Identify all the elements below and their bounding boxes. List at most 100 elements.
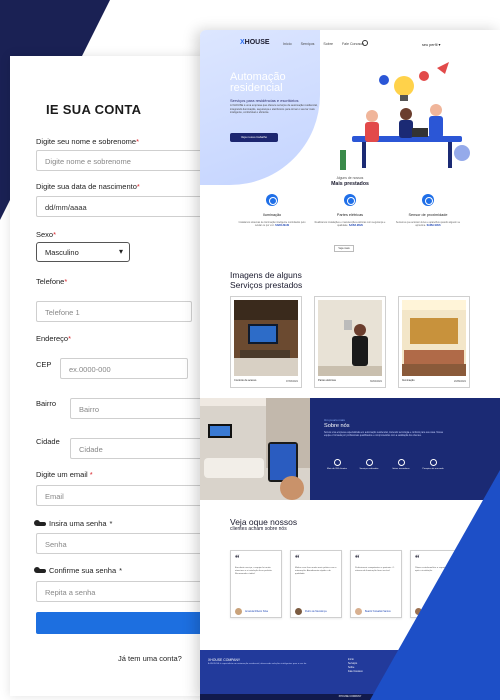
quote-icon: “ [355, 553, 360, 563]
service-card: Partes elétricas Realizamos instalações … [310, 194, 390, 228]
service-text: Sensores que acionam luzes e aparelhos q… [395, 221, 461, 228]
avatar [355, 608, 362, 615]
cep-input[interactable]: ex.0000-000 [60, 358, 188, 379]
email-input[interactable]: Email [36, 485, 216, 506]
rocket-shape [437, 62, 449, 74]
sex-label: Sexo* [36, 230, 57, 239]
hero-text: A XHOUSE é uma empresa que oferece servi… [230, 104, 318, 115]
background-blue-shape [370, 470, 500, 700]
password-label: Insira uma senha * [34, 519, 112, 528]
testimonials-title: Veja oque nossos [230, 517, 298, 527]
nav-link-contato[interactable]: Fale Conosco [342, 42, 364, 46]
sex-select[interactable]: Masculino ▾ [36, 242, 130, 262]
testimonial-text: Excelente serviço, a equipe foi muito at… [235, 567, 273, 576]
services-more-button[interactable]: Veja mais [334, 245, 354, 252]
project-image [234, 300, 298, 376]
project-caption: Iluminação [402, 379, 415, 382]
about-stat: Mais de 200 clientes [324, 459, 350, 471]
about-photo [200, 398, 310, 500]
testimonial-card: “ Minha casa ficou muito mais prática co… [290, 550, 342, 618]
testimonial-text: Minha casa ficou muito mais prática com … [295, 567, 337, 576]
confirm-password-input[interactable]: Repita a senha [36, 581, 216, 602]
footer-brand: XHOUSE COMPANY [208, 658, 241, 662]
project-image [402, 300, 466, 376]
hero-button[interactable]: Veja nosso trabalho [230, 133, 278, 142]
avatar [235, 608, 242, 615]
nav-links: Início Serviços Sobre Fale Conosco [283, 42, 364, 46]
project-date: 30/04/2021 [370, 380, 382, 383]
plug-icon [344, 194, 356, 206]
avatar [295, 608, 302, 615]
project-date: 20/09/2021 [454, 380, 466, 383]
nav-link-servicos[interactable]: Serviços [301, 42, 315, 46]
footer-text: A XHOUSE é especialista em automação res… [208, 663, 307, 665]
about-kicker: Um pouco mais [324, 418, 345, 422]
bairro-input[interactable]: Bairro [70, 398, 210, 419]
testimonial-name: Amanda Ribeiro Silva [245, 610, 268, 613]
footer-links: Início Serviços Sobre Fale Conosco [348, 658, 363, 674]
lightbulb-icon [397, 459, 405, 466]
nav-link-sobre[interactable]: Sobre [323, 42, 333, 46]
quote-icon: “ [235, 553, 240, 563]
address-label: Endereço* [36, 334, 72, 343]
service-title: Partes elétricas [336, 213, 364, 217]
chart-icon [429, 459, 437, 466]
project-card[interactable]: Iluminação 20/09/2021 [398, 296, 470, 388]
search-icon[interactable] [362, 40, 368, 46]
site-logo[interactable]: XHOUSE [240, 39, 270, 46]
bairro-label: Bairro [36, 399, 57, 408]
chevron-down-icon: ▾ [118, 247, 123, 256]
lightbulb-icon [266, 194, 278, 206]
quote-icon: “ [295, 553, 300, 563]
service-link[interactable]: SAIBA MAIS [349, 224, 363, 227]
project-date: 07/03/2021 [286, 380, 298, 383]
projects-title: Imagens de alguns Serviços prestados [230, 270, 303, 290]
about-title: Sobre nós [324, 423, 350, 429]
name-input[interactable]: Digite nome e sobrenome [36, 150, 216, 171]
project-card[interactable]: Partes elétricas 30/04/2021 [314, 296, 386, 388]
password-input[interactable]: Senha [36, 533, 216, 554]
nav-link-inicio[interactable]: Início [283, 42, 292, 46]
name-label: Digite seu nome e sobrenome* [36, 137, 139, 146]
site-navbar: XHOUSE Início Serviços Sobre Fale Conosc… [200, 30, 500, 56]
project-caption: Partes elétricas [318, 379, 336, 382]
cidade-input[interactable]: Cidade [70, 438, 210, 459]
service-text: Realizamos instalações e manutenções elé… [314, 221, 386, 228]
cidade-label: Cidade [36, 437, 60, 446]
birth-date-input[interactable]: dd/mm/aaaa [36, 196, 216, 217]
profile-link[interactable]: seu perfil ▾ [422, 42, 440, 47]
service-title: Sensor de proximidade [408, 213, 448, 217]
email-label: Digite um email * [36, 470, 93, 479]
sensor-icon [422, 194, 434, 206]
hero-title: Automação residencial [230, 71, 286, 94]
key-icon [34, 519, 46, 526]
users-icon [333, 459, 341, 466]
signup-title: IE SUA CONTA [46, 102, 142, 117]
hero-illustration [340, 62, 470, 170]
footer-link[interactable]: Fale Conosco [348, 670, 363, 674]
service-link[interactable]: SAIBA MAIS [275, 224, 289, 227]
service-link[interactable]: SAIBA MAIS [427, 224, 441, 227]
login-link[interactable]: Já tem uma conta? [118, 654, 182, 663]
testimonial-card: “ Excelente serviço, a equipe foi muito … [230, 550, 282, 618]
phone-input[interactable]: Telefone 1 [36, 301, 192, 322]
service-title: Iluminação [262, 213, 282, 217]
project-image [318, 300, 382, 376]
testimonial-name: Pedro de Mendonça [305, 610, 327, 613]
about-text: Somos uma empresa especializada em autom… [324, 432, 443, 438]
birth-label: Digite sua data de nascimento* [36, 182, 140, 191]
lightbulb-shape [394, 76, 414, 96]
cep-label: CEP [36, 360, 52, 369]
project-caption: Controle de acesso [234, 379, 257, 382]
testimonials-subtitle: clientes acham sobre nós [230, 526, 287, 532]
check-icon [365, 459, 373, 466]
phone-label: Telefone* [36, 277, 68, 286]
hero-subtitle: Serviços para residências e escritórios [230, 98, 299, 103]
confirm-password-label: Confirme sua senha * [34, 566, 122, 575]
service-card: Sensor de proximidade Sensores que acion… [388, 194, 468, 228]
project-card[interactable]: Controle de acesso 07/03/2021 [230, 296, 302, 388]
service-text: Instalamos sistemas de iluminação inteli… [238, 221, 306, 228]
services-title: Mais prestados [331, 181, 369, 187]
service-card: Iluminação Instalamos sistemas de ilumin… [232, 194, 312, 228]
key-icon [34, 566, 46, 573]
